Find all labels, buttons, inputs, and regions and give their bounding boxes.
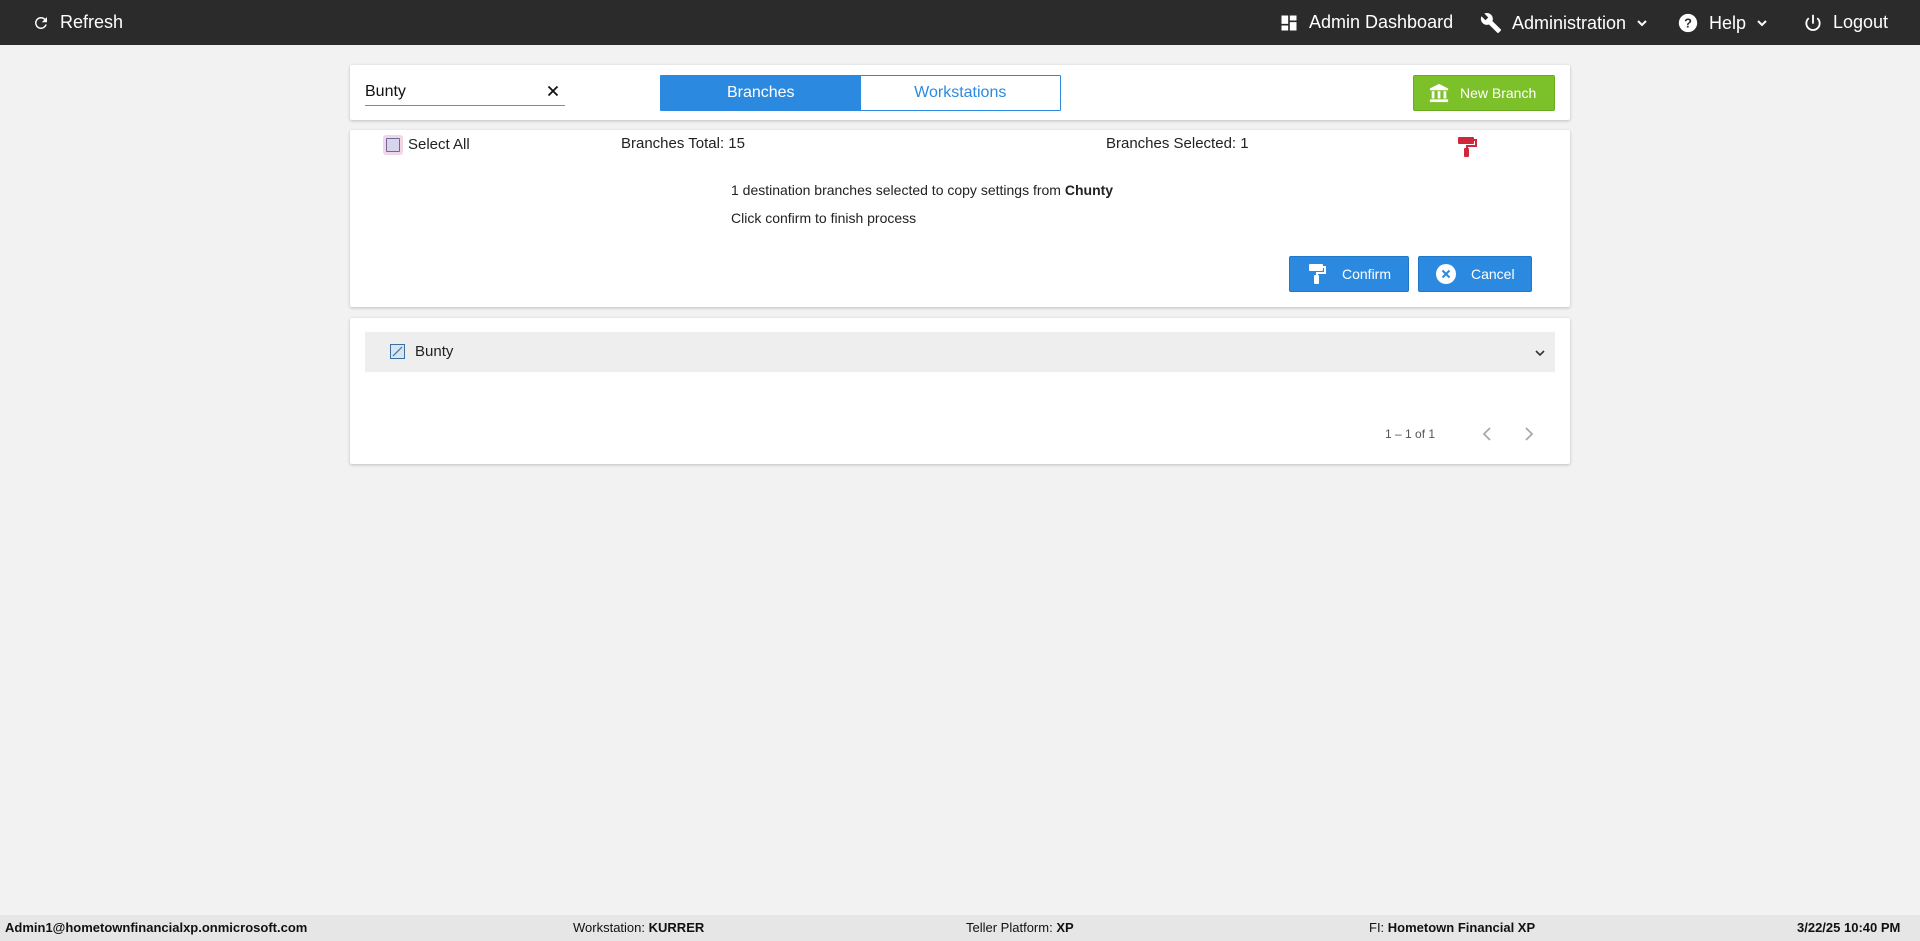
svg-text:?: ?: [1684, 16, 1692, 31]
logout-label: Logout: [1833, 12, 1889, 32]
search-toolbar-card: Branches Workstations New Branch: [350, 65, 1570, 120]
workstation-value: KURRER: [648, 920, 705, 935]
teller-platform-label: Teller Platform:: [966, 920, 1053, 935]
confirm-button[interactable]: Confirm: [1289, 256, 1409, 292]
workstation-label: Workstation:: [573, 920, 646, 935]
status-bar: Admin1@hometownfinancialxp.onmicrosoft.c…: [0, 915, 1920, 941]
administration-menu[interactable]: Administration: [1480, 12, 1648, 34]
checkbox[interactable]: [386, 137, 400, 152]
chevron-down-icon[interactable]: [1533, 346, 1547, 360]
source-branch-name: Chunty: [1064, 182, 1114, 198]
search-input[interactable]: [365, 79, 540, 105]
power-icon: [1805, 14, 1821, 31]
paint-roller-icon: [1309, 264, 1326, 284]
logout-button[interactable]: Logout: [1803, 12, 1888, 33]
chevron-down-icon: [1757, 20, 1767, 27]
copy-message: 1 destination branches selected to copy …: [731, 182, 1113, 198]
teller-platform-info: Teller Platform: XP: [966, 920, 1074, 935]
help-label: Help: [1709, 12, 1747, 33]
tab-branches[interactable]: Branches: [661, 76, 861, 110]
view-tabs: Branches Workstations: [660, 75, 1061, 111]
paginator-range: 1 – 1 of 1: [1385, 427, 1436, 441]
datetime: 3/22/25 10:40 PM: [1797, 920, 1901, 935]
teller-platform-value: XP: [1056, 920, 1074, 935]
branches-total: Branches Total: 15: [621, 135, 745, 152]
fi-info: FI: Hometown Financial XP: [1369, 920, 1535, 935]
new-branch-button[interactable]: New Branch: [1413, 75, 1555, 111]
refresh-icon: [35, 16, 47, 29]
bank-icon: [1429, 83, 1449, 103]
select-all-checkbox[interactable]: Select All: [386, 136, 470, 153]
copy-message-text: 1 destination branches selected to copy …: [731, 182, 1061, 198]
cancel-button[interactable]: Cancel: [1418, 256, 1532, 292]
list-item[interactable]: Bunty: [365, 332, 1555, 372]
current-user: Admin1@hometownfinancialxp.onmicrosoft.c…: [5, 920, 308, 935]
cancel-circle-icon: [1436, 264, 1456, 284]
help-icon: ?: [1678, 13, 1698, 33]
close-icon[interactable]: [545, 83, 561, 99]
copy-hint: Click confirm to finish process: [731, 210, 917, 226]
admin-dashboard-label: Admin Dashboard: [1309, 12, 1454, 32]
admin-dashboard-link[interactable]: Admin Dashboard: [1279, 12, 1453, 33]
branch-name: Bunty: [415, 343, 454, 360]
workstation-info: Workstation: KURRER: [573, 920, 704, 935]
help-menu[interactable]: ? Help: [1677, 12, 1768, 34]
dashboard-icon: [1281, 15, 1297, 30]
chevron-down-icon: [1637, 20, 1647, 27]
refresh-label: Refresh: [60, 12, 124, 32]
refresh-button[interactable]: Refresh: [32, 12, 123, 33]
confirm-label: Confirm: [1342, 266, 1392, 282]
chevron-left-icon[interactable]: [1478, 424, 1498, 444]
search-field: [365, 79, 565, 106]
check-icon: [392, 346, 403, 357]
fi-label: FI:: [1369, 920, 1385, 935]
branches-selected: Branches Selected: 1: [1106, 135, 1249, 152]
wrench-icon: [1480, 13, 1502, 34]
tab-workstations[interactable]: Workstations: [860, 76, 1060, 110]
top-navigation-bar: Refresh Admin Dashboard Administration ?…: [0, 0, 1920, 45]
branch-list-card: Bunty 1 – 1 of 1: [350, 318, 1570, 464]
paint-roller-icon[interactable]: [1457, 136, 1477, 158]
select-all-label: Select All: [408, 136, 470, 153]
new-branch-label: New Branch: [1460, 85, 1537, 101]
cancel-label: Cancel: [1471, 266, 1515, 282]
fi-value: Hometown Financial XP: [1387, 920, 1536, 935]
administration-label: Administration: [1512, 12, 1627, 33]
branch-checkbox[interactable]: [390, 344, 405, 359]
copy-settings-card: Select All Branches Total: 15 Branches S…: [350, 130, 1570, 307]
chevron-right-icon[interactable]: [1518, 424, 1538, 444]
